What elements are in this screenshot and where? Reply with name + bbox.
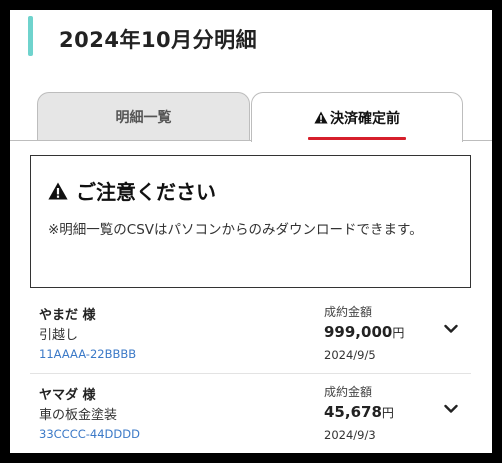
tab-content: 決済確定前 <box>308 108 406 140</box>
order-code-link[interactable]: 33CCCC-44DDDD <box>39 427 140 441</box>
notice-title: ご注意ください <box>76 180 216 204</box>
chevron-down-icon[interactable] <box>444 324 458 334</box>
list-item[interactable]: やまだ 様 引越し 11AAAA-22BBBB 成約金額 999,000円 20… <box>30 294 471 374</box>
amount-label: 成約金額 <box>324 385 373 399</box>
tab-pending-settlement[interactable]: 決済確定前 <box>251 92 463 142</box>
list-item[interactable]: ヤマダ 様 車の板金塗装 33CCCC-44DDDD 成約金額 45,678円 … <box>30 374 471 453</box>
contract-amount: 45,678円 <box>324 402 394 421</box>
amount-unit: 円 <box>392 326 405 340</box>
title-accent-bar <box>28 16 33 56</box>
notice-box: ご注意ください ※明細一覧のCSVはパソコンからのみダウンロードできます。 <box>30 155 471 288</box>
amount-label: 成約金額 <box>324 305 373 319</box>
order-list: やまだ 様 引越し 11AAAA-22BBBB 成約金額 999,000円 20… <box>30 294 471 453</box>
amount-unit: 円 <box>381 406 394 420</box>
tab-label: 決済確定前 <box>330 110 400 127</box>
order-description: 引越し <box>39 328 79 343</box>
tab-label: 明細一覧 <box>115 110 172 126</box>
order-code-link[interactable]: 11AAAA-22BBBB <box>39 347 136 361</box>
customer-name: やまだ 様 <box>39 308 96 323</box>
page-header: 2024年10月分明細 <box>10 10 492 82</box>
active-tab-indicator <box>308 136 406 140</box>
amount-value: 999,000 <box>324 323 393 341</box>
chevron-down-icon[interactable] <box>444 404 458 414</box>
order-description: 車の板金塗装 <box>39 408 118 423</box>
order-date: 2024/9/5 <box>324 348 376 362</box>
page-title: 2024年10月分明細 <box>59 28 258 52</box>
app-window: 2024年10月分明細 明細一覧 決済確定前 ご注意ください ※明細一覧のCSV… <box>10 10 492 453</box>
warning-icon <box>48 182 68 199</box>
notice-heading: ご注意ください <box>48 176 216 205</box>
order-date: 2024/9/3 <box>324 428 376 442</box>
contract-amount: 999,000円 <box>324 322 404 341</box>
notice-body: ※明細一覧のCSVはパソコンからのみダウンロードできます。 <box>48 222 423 238</box>
tab-statement-list[interactable]: 明細一覧 <box>37 92 250 141</box>
amount-value: 45,678 <box>324 403 382 421</box>
customer-name: ヤマダ 様 <box>39 388 96 403</box>
warning-icon <box>314 111 328 124</box>
tab-bar: 明細一覧 決済確定前 <box>10 92 492 150</box>
